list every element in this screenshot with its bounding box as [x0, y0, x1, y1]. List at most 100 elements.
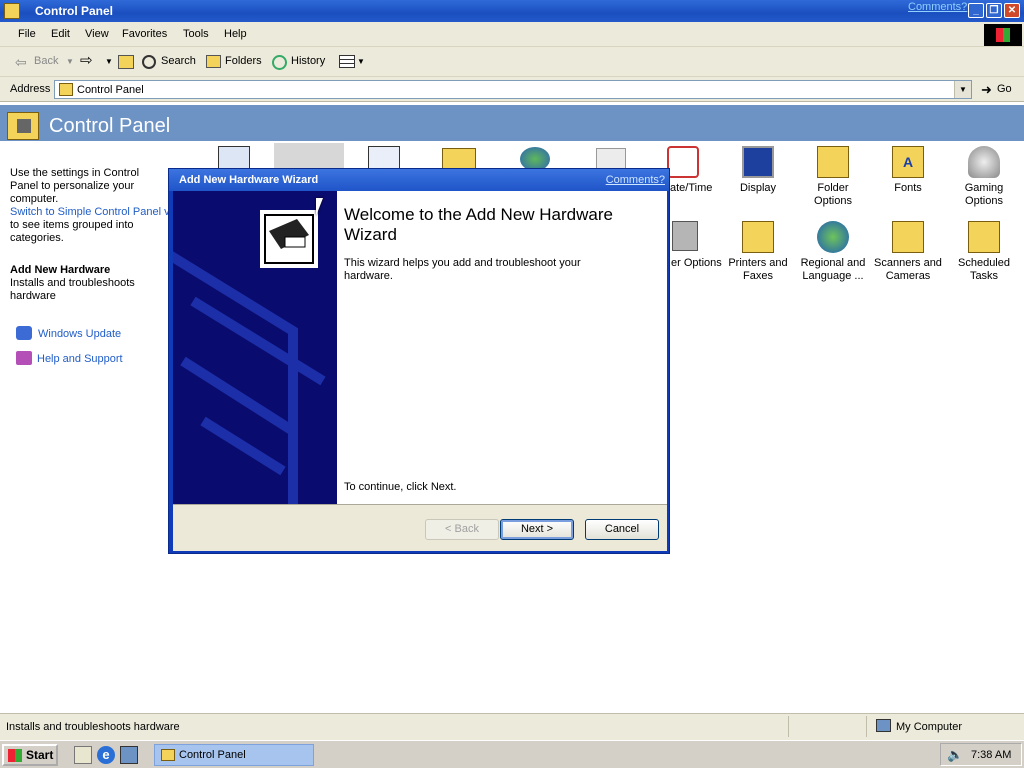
- show-desktop-icon[interactable]: [74, 746, 92, 764]
- window-title: Control Panel: [35, 4, 114, 18]
- mouse-cursor-icon: [316, 198, 323, 216]
- taskbar-item-label: Control Panel: [179, 749, 246, 761]
- switch-view-desc: to see items grouped into categories.: [10, 219, 134, 244]
- icon-fonts[interactable]: A Fonts: [873, 146, 943, 195]
- icon-gaming-options[interactable]: Gaming Options: [949, 146, 1019, 208]
- control-panel-icon: [4, 3, 20, 19]
- volume-icon[interactable]: 🔈: [947, 747, 963, 763]
- address-label: Address: [10, 83, 51, 95]
- wizard-button-bar: < Back Next > Cancel: [173, 504, 667, 551]
- forward-dropdown-icon[interactable]: ▼: [105, 57, 113, 66]
- menu-edit[interactable]: Edit: [51, 28, 70, 40]
- history-button[interactable]: History: [291, 55, 325, 67]
- power-icon[interactable]: [672, 221, 698, 251]
- globe-icon: [817, 221, 849, 253]
- minimize-button[interactable]: _: [968, 3, 984, 18]
- menu-bar: File Edit View Favorites Tools Help: [0, 22, 1024, 47]
- add-hardware-icon-selected[interactable]: [274, 143, 344, 169]
- menu-help[interactable]: Help: [224, 28, 247, 40]
- control-panel-small-icon: [59, 83, 73, 96]
- address-value: Control Panel: [77, 84, 144, 96]
- dialog-title: Add New Hardware Wizard: [179, 174, 319, 186]
- admin-tools-icon[interactable]: [442, 148, 476, 170]
- control-panel-folder-icon: [7, 112, 39, 140]
- icon-folder-options[interactable]: Folder Options: [798, 146, 868, 208]
- status-text: Installs and troubleshoots hardware: [6, 721, 180, 733]
- back-button-disabled: < Back: [425, 519, 499, 540]
- go-arrow-icon: ➜: [981, 82, 992, 97]
- wizard-continue-text: To continue, click Next.: [344, 481, 457, 493]
- status-bar: Installs and troubleshoots hardware My C…: [0, 713, 1024, 740]
- menu-file[interactable]: File: [18, 28, 36, 40]
- wizard-side-graphic: [173, 191, 337, 504]
- address-input[interactable]: Control Panel: [54, 80, 972, 99]
- icon-display[interactable]: Display: [723, 146, 793, 195]
- add-hardware-wizard-dialog: Add New Hardware Wizard Comments? Welcom…: [168, 168, 670, 554]
- icon-regional-language[interactable]: Regional and Language ...: [798, 221, 868, 283]
- status-divider-2: [866, 716, 867, 737]
- back-arrow-icon: ⇦: [15, 54, 27, 70]
- views-dropdown-icon[interactable]: ▼: [357, 57, 365, 66]
- clock-icon[interactable]: [667, 146, 699, 178]
- system-tray: 🔈 7:38 AM: [940, 743, 1022, 766]
- dialog-title-bar[interactable]: Add New Hardware Wizard Comments?: [169, 169, 669, 191]
- menu-view[interactable]: View: [85, 28, 109, 40]
- go-button[interactable]: Go: [997, 83, 1012, 95]
- zone-text: My Computer: [896, 721, 963, 733]
- monitor-icon: [742, 146, 774, 178]
- add-remove-programs-icon[interactable]: [368, 146, 400, 170]
- comments-link[interactable]: Comments?: [908, 1, 967, 13]
- menu-favorites[interactable]: Favorites: [122, 28, 167, 40]
- views-icon[interactable]: [339, 55, 355, 68]
- selected-item-desc: Installs and troubleshoots hardware: [10, 277, 135, 302]
- wizard-content: Welcome to the Add New Hardware Wizard T…: [337, 191, 667, 504]
- icon-scanners-cameras[interactable]: Scanners and Cameras: [873, 221, 943, 283]
- printer-icon: [742, 221, 774, 253]
- banner-title: Control Panel: [49, 115, 171, 137]
- search-icon: [142, 55, 156, 69]
- taskbar-item-control-panel[interactable]: Control Panel: [154, 744, 314, 766]
- menu-tools[interactable]: Tools: [183, 28, 209, 40]
- up-folder-icon[interactable]: [118, 55, 134, 69]
- address-dropdown-icon[interactable]: ▼: [954, 81, 971, 98]
- camera-icon: [892, 221, 924, 253]
- wizard-body: This wizard helps you add and troublesho…: [344, 257, 581, 282]
- taskbar-control-panel-icon: [161, 749, 175, 761]
- restore-button[interactable]: ❐: [986, 3, 1002, 18]
- accessibility-icon[interactable]: [218, 146, 250, 170]
- folders-button[interactable]: Folders: [225, 55, 262, 67]
- status-divider: [788, 716, 866, 737]
- my-computer-icon: [876, 719, 891, 732]
- history-icon: [272, 55, 287, 70]
- keyboard-icon[interactable]: [596, 148, 626, 170]
- clock[interactable]: 7:38 AM: [971, 749, 1011, 761]
- windows-update-link[interactable]: Windows Update: [38, 328, 121, 341]
- start-label: Start: [26, 748, 54, 762]
- back-button[interactable]: Back: [34, 55, 58, 67]
- windows-update-icon: [16, 326, 32, 340]
- folders-icon: [206, 55, 221, 68]
- close-button[interactable]: ✕: [1004, 3, 1020, 18]
- joystick-icon: [968, 146, 1000, 178]
- switch-view-link[interactable]: Switch to Simple Control Panel view: [10, 206, 170, 218]
- icon-label-date-time[interactable]: ate/Time: [670, 182, 712, 194]
- title-bar[interactable]: Control Panel Comments? _ ❐ ✕: [0, 0, 1024, 22]
- next-button[interactable]: Next >: [500, 519, 574, 540]
- folder-options-icon: [817, 146, 849, 178]
- windows-explorer-icon[interactable]: [120, 746, 138, 764]
- back-dropdown-icon[interactable]: ▼: [66, 57, 74, 66]
- wizard-heading: Welcome to the Add New Hardware Wizard: [344, 205, 613, 244]
- help-support-link[interactable]: Help and Support: [37, 353, 123, 366]
- scheduled-tasks-icon: [968, 221, 1000, 253]
- start-button[interactable]: Start: [2, 744, 58, 766]
- icon-printers-faxes[interactable]: Printers and Faxes: [723, 221, 793, 283]
- internet-explorer-icon[interactable]: e: [97, 746, 115, 764]
- search-button[interactable]: Search: [161, 55, 196, 67]
- selected-item-title: Add New Hardware: [10, 264, 111, 276]
- cancel-button[interactable]: Cancel: [585, 519, 659, 540]
- dialog-comments-link[interactable]: Comments?: [606, 174, 665, 186]
- icon-scheduled-tasks[interactable]: Scheduled Tasks: [949, 221, 1019, 283]
- icon-label-power-options[interactable]: er Options: [671, 257, 722, 269]
- left-pane-intro: Use the settings in Control Panel to per…: [10, 167, 140, 205]
- forward-button[interactable]: ⇨: [80, 53, 96, 70]
